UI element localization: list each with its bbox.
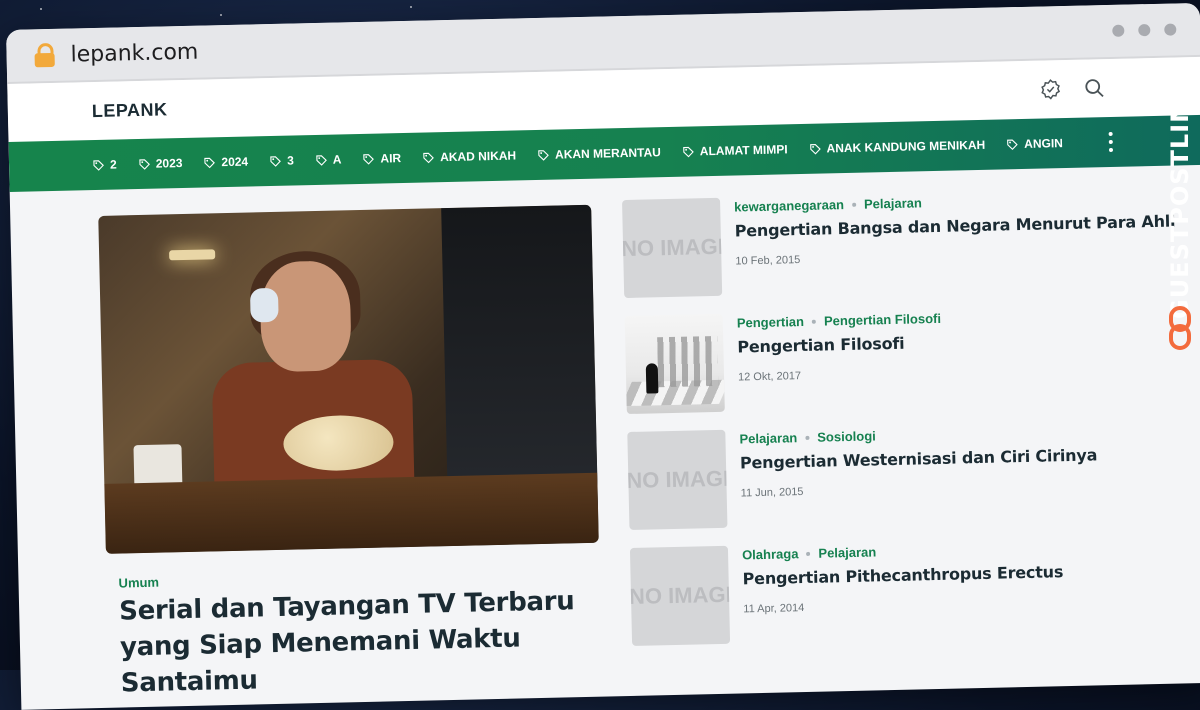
site-logo[interactable]: LEPANK	[92, 99, 168, 122]
post-title[interactable]: Pengertian Filosofi	[737, 334, 904, 357]
nav-tag-item[interactable]: 3	[270, 154, 294, 169]
lock-icon	[34, 42, 55, 68]
post-title[interactable]: Pengertian Bangsa dan Negara Menurut Par…	[735, 212, 1176, 241]
post-card[interactable]: NO IMAGE Pelajaran Sosiologi Pengertian W…	[627, 420, 1149, 532]
tag-icon	[93, 159, 104, 171]
tag-icon	[363, 153, 375, 165]
more-menu-icon[interactable]	[1108, 131, 1114, 153]
post-category[interactable]: kewarganegaraan	[734, 197, 844, 214]
post-thumbnail[interactable]	[624, 313, 725, 415]
post-card[interactable]: NO IMAGE Olahraga Pelajaran Pengertian Pi…	[629, 536, 1152, 648]
post-category[interactable]: Pelajaran	[739, 430, 797, 446]
nav-tag-label: 2024	[221, 154, 249, 170]
nav-tag-item[interactable]: AIR	[363, 151, 401, 166]
url-text[interactable]: lepank.com	[70, 39, 198, 67]
post-category[interactable]: Pengertian	[737, 314, 805, 331]
nav-tag-label: 3	[286, 153, 294, 168]
nav-tag-item[interactable]: AKAN MERANTAU	[538, 145, 661, 162]
nav-tag-item[interactable]: ALAMAT MIMPI	[683, 142, 788, 158]
nav-tag-item[interactable]: AKAD NIKAH	[423, 148, 516, 164]
nav-tag-item[interactable]: 2024	[204, 155, 248, 170]
search-icon[interactable]	[1083, 77, 1105, 99]
post-thumbnail[interactable]: NO IMAGE	[622, 197, 723, 299]
post-category[interactable]: Sosiologi	[817, 428, 876, 444]
tag-icon	[809, 143, 821, 155]
tag-icon	[538, 149, 549, 161]
nav-tag-item[interactable]: 2023	[139, 156, 183, 171]
nav-tag-item[interactable]: ANGIN	[1007, 136, 1063, 151]
tag-icon	[683, 146, 694, 157]
tag-icon	[139, 158, 150, 170]
hero-image[interactable]	[98, 204, 599, 554]
nav-tag-label: AKAN MERANTAU	[554, 145, 662, 162]
nav-tag-label: AKAD NIKAH	[439, 148, 517, 165]
post-categories: Pelajaran Sosiologi	[739, 428, 876, 446]
badge-settings-icon[interactable]	[1039, 78, 1061, 100]
window-controls	[1112, 23, 1177, 37]
hero-category[interactable]: Umum	[118, 575, 159, 591]
window-dot-icon[interactable]	[1112, 24, 1125, 37]
hero-title[interactable]: Serial dan Tayangan TV Terbaru yang Siap…	[119, 583, 591, 702]
post-title[interactable]: Pengertian Pithecanthropus Erectus	[742, 562, 1063, 588]
nav-tag-label: 2	[109, 157, 117, 172]
tag-icon	[423, 152, 434, 163]
tag-icon	[270, 155, 281, 167]
post-category[interactable]: Olahraga	[742, 546, 799, 562]
post-categories: kewarganegaraan Pelajaran	[734, 195, 922, 214]
post-categories: Olahraga Pelajaran	[742, 544, 876, 562]
nav-tag-label: A	[332, 152, 342, 167]
main-content: Umum Serial dan Tayangan TV Terbaru yang…	[10, 165, 1200, 710]
browser-window: lepank.com LEPANK 2 2023 2024 3 A AIR AK…	[6, 2, 1200, 710]
post-category[interactable]: Pelajaran	[818, 544, 876, 560]
link-icon	[1169, 306, 1191, 350]
tag-icon	[1007, 139, 1019, 150]
window-dot-icon[interactable]	[1164, 23, 1177, 36]
nav-tag-item[interactable]: A	[316, 152, 342, 167]
post-title[interactable]: Pengertian Westernisasi dan Ciri Cirinya	[740, 445, 1098, 472]
nav-tag-label: 2023	[155, 156, 183, 171]
tag-icon	[316, 154, 327, 166]
post-category[interactable]: Pelajaran	[864, 195, 922, 211]
post-card[interactable]: NO IMAGE kewarganegaraan Pelajaran Penger…	[622, 188, 1176, 300]
nav-tag-label: ANAK KANDUNG MENIKAH	[826, 137, 986, 156]
post-thumbnail[interactable]: NO IMAGE	[629, 545, 731, 646]
tag-icon	[204, 157, 216, 168]
nav-tag-label: ALAMAT MIMPI	[699, 142, 788, 159]
watermark-text: GUESTPOSTLINKS	[1166, 63, 1194, 319]
nav-tag-label: AIR	[380, 151, 402, 166]
post-date: 11 Jun, 2015	[740, 486, 804, 500]
post-thumbnail[interactable]: NO IMAGE	[627, 429, 728, 530]
post-categories: Pengertian Pengertian Filosofi	[737, 311, 941, 331]
post-card[interactable]: Pengertian Pengertian Filosofi Pengertian…	[624, 304, 1147, 416]
post-category[interactable]: Pengertian Filosofi	[824, 311, 941, 329]
guestpostlinks-watermark: GUESTPOSTLINKS	[1162, 55, 1198, 355]
post-date: 12 Okt, 2017	[737, 370, 802, 384]
nav-tag-item[interactable]: ANAK KANDUNG MENIKAH	[809, 138, 985, 156]
post-date: 10 Feb, 2015	[735, 254, 801, 268]
nav-tag-item[interactable]: 2	[93, 158, 117, 173]
window-dot-icon[interactable]	[1138, 24, 1151, 37]
nav-tag-label: ANGIN	[1024, 136, 1064, 151]
post-date: 11 Apr, 2014	[743, 602, 805, 616]
